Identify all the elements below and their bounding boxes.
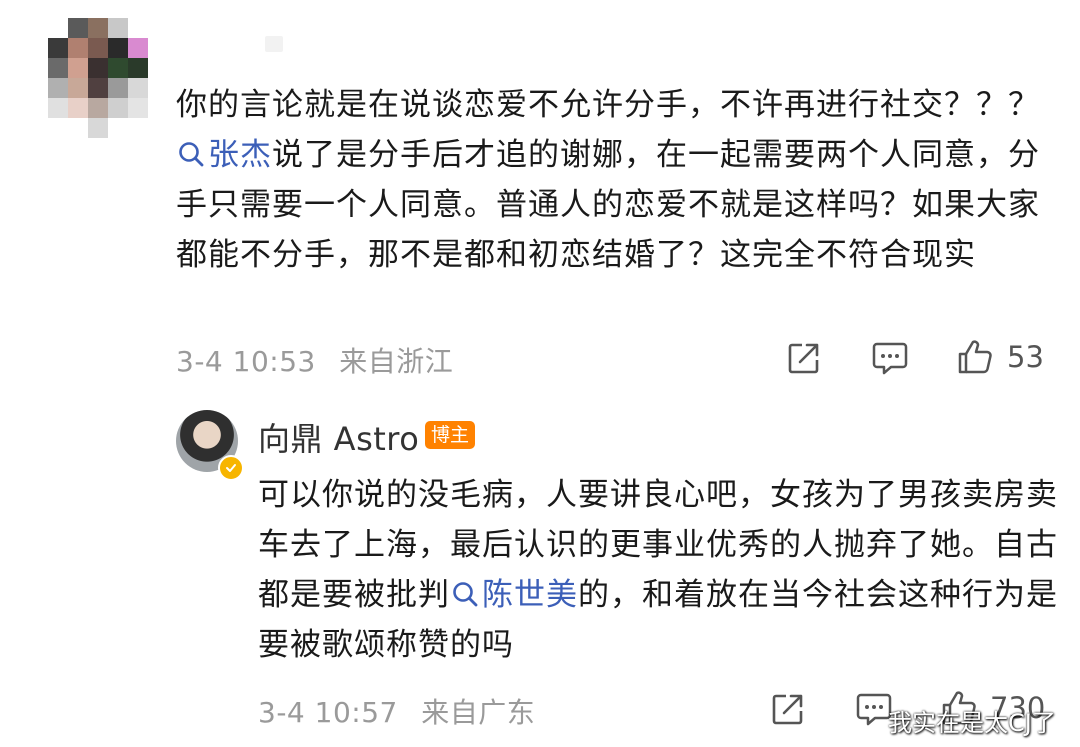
- share-icon[interactable]: [770, 691, 806, 727]
- comment-location: 来自浙江: [339, 345, 454, 378]
- reply-meta: 3-4 10:57 来自广东: [258, 691, 535, 731]
- like-icon[interactable]: [956, 338, 994, 376]
- topic-link[interactable]: 张杰: [176, 137, 272, 173]
- reply-author-name[interactable]: 向鼎 Astro: [258, 414, 419, 460]
- comment-meta: 3-4 10:53 来自浙江: [176, 340, 453, 380]
- share-icon[interactable]: [786, 340, 822, 376]
- comment-text-rest: 说了是分手后才追的谢娜，在一起需要两个人同意，分手只需要一个人同意。普通人的恋爱…: [176, 137, 1040, 273]
- comment-thread: 你的言论就是在说谈恋爱不允许分手，不许再进行社交？？？ 张杰说了是分手后才追的谢娜…: [0, 0, 1080, 747]
- topic-link[interactable]: 陈世美: [450, 577, 578, 613]
- comment-text: 你的言论就是在说谈恋爱不允许分手，不许再进行社交？？？ 张杰说了是分手后才追的谢娜…: [176, 80, 1046, 280]
- search-icon: [453, 582, 478, 607]
- comment-icon[interactable]: [871, 340, 909, 376]
- reply-time: 3-4 10:57: [258, 696, 398, 729]
- watermark: 我实在是太CJ了: [888, 709, 1056, 737]
- comment-text-line1: 你的言论就是在说谈恋爱不允许分手，不许再进行社交？？？: [176, 87, 1040, 123]
- verified-badge-icon: [218, 455, 244, 481]
- topic-label: 张杰: [208, 137, 272, 173]
- reply-location: 来自广东: [421, 696, 536, 729]
- search-icon: [179, 142, 204, 167]
- reply-text: 可以你说的没毛病，人要讲良心吧，女孩为了男孩卖房卖车去了上海，最后认识的更事业优…: [258, 470, 1058, 670]
- author-role-badge: 博主: [425, 421, 476, 449]
- like-count: 53: [1007, 340, 1044, 374]
- topic-label: 陈世美: [482, 577, 578, 613]
- commenter-avatar[interactable]: [48, 18, 148, 140]
- comment-time: 3-4 10:53: [176, 345, 316, 378]
- commenter-name-blurred: [265, 36, 283, 52]
